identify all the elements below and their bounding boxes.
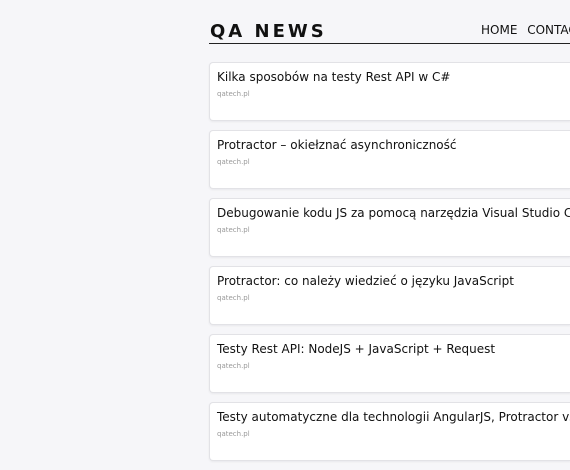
news-title[interactable]: Debugowanie kodu JS za pomocą narzędzia …: [217, 206, 570, 220]
page: QA NEWS HOME CONTAC Kilka sposobów na te…: [0, 0, 570, 461]
news-card[interactable]: Testy automatyczne dla technologii Angul…: [209, 402, 570, 461]
news-title[interactable]: Testy Rest API: NodeJS + JavaScript + Re…: [217, 342, 495, 356]
news-card[interactable]: Protractor – okiełznać asynchroniczność …: [209, 130, 570, 189]
news-title[interactable]: Protractor: co należy wiedzieć o języku …: [217, 274, 514, 288]
news-source: qatech.pl: [217, 90, 250, 98]
news-card[interactable]: Protractor: co należy wiedzieć o języku …: [209, 266, 570, 325]
site-header: QA NEWS HOME CONTAC: [209, 0, 570, 44]
nav-contact-link[interactable]: CONTAC: [527, 23, 570, 37]
news-title[interactable]: Testy automatyczne dla technologii Angul…: [217, 410, 570, 424]
news-source: qatech.pl: [217, 430, 250, 438]
news-source: qatech.pl: [217, 226, 250, 234]
main-nav: HOME CONTAC: [481, 23, 570, 37]
news-card[interactable]: Kilka sposobów na testy Rest API w C# qa…: [209, 62, 570, 121]
site-logo[interactable]: QA NEWS: [210, 21, 327, 42]
news-source: qatech.pl: [217, 158, 250, 166]
nav-home-link[interactable]: HOME: [481, 23, 517, 37]
news-title[interactable]: Kilka sposobów na testy Rest API w C#: [217, 70, 450, 84]
news-card[interactable]: Testy Rest API: NodeJS + JavaScript + Re…: [209, 334, 570, 393]
news-list: Kilka sposobów na testy Rest API w C# qa…: [209, 62, 570, 470]
news-card[interactable]: Debugowanie kodu JS za pomocą narzędzia …: [209, 198, 570, 257]
news-title[interactable]: Protractor – okiełznać asynchroniczność: [217, 138, 456, 152]
news-source: qatech.pl: [217, 294, 250, 302]
news-source: qatech.pl: [217, 362, 250, 370]
